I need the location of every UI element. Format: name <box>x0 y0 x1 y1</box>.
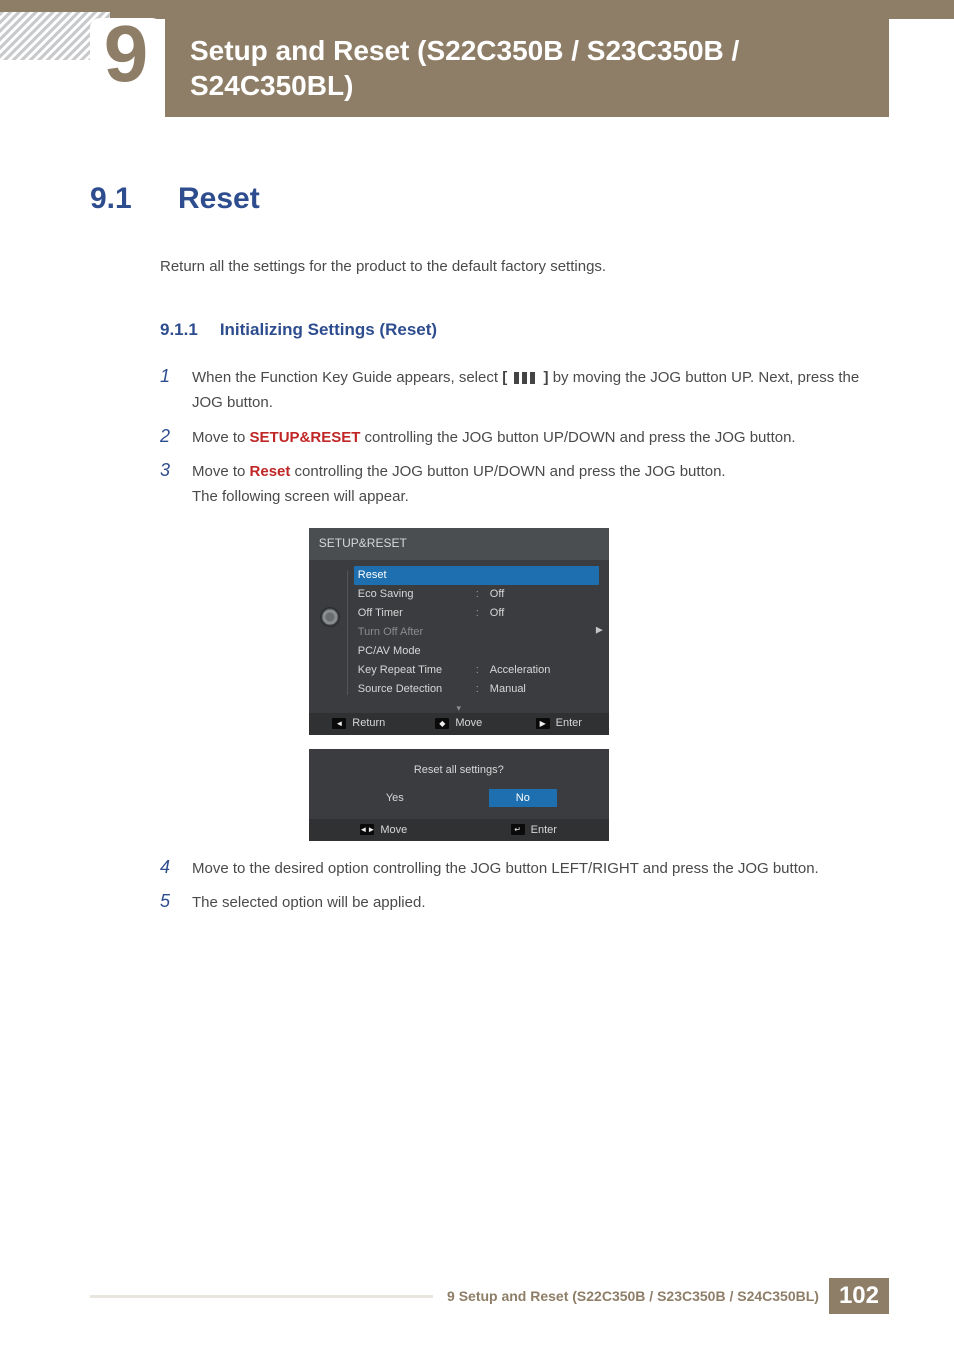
osd-row-value: Off <box>490 585 595 603</box>
step-text: Move to Reset controlling the JOG button… <box>192 460 726 846</box>
move-icon: ◄► <box>360 824 374 835</box>
section-number: 9.1 <box>90 182 148 216</box>
header-bar: Setup and Reset (S22C350B / S23C350B / S… <box>165 19 889 117</box>
dialog-no-button[interactable]: No <box>489 789 557 807</box>
subsection-number: 9.1.1 <box>160 320 198 340</box>
menu-icon <box>513 371 537 385</box>
osd-row[interactable]: Off Timer: Off <box>354 604 599 623</box>
step-number: 5 <box>160 891 174 916</box>
text: Move to <box>192 463 250 480</box>
subsection-header: 9.1.1 Initializing Settings (Reset) <box>160 320 864 340</box>
colon: : <box>476 661 484 679</box>
osd-row-label: Reset <box>358 566 470 584</box>
osd-row[interactable]: Reset <box>354 566 599 585</box>
bracket: ] <box>544 369 549 386</box>
osd-row-label: Key Repeat Time <box>358 661 470 679</box>
osd-row[interactable]: Key Repeat Time: Acceleration <box>354 661 599 680</box>
step-number: 4 <box>160 857 174 882</box>
osd-row-label: Source Detection <box>358 680 470 698</box>
colon: : <box>476 680 484 698</box>
step-4: 4 Move to the desired option controlling… <box>160 857 864 882</box>
text: When the Function Key Guide appears, sel… <box>192 369 502 386</box>
section-title: Reset <box>178 182 260 216</box>
page-number: 102 <box>829 1278 889 1314</box>
chapter-title: Setup and Reset (S22C350B / S23C350B / S… <box>190 33 889 103</box>
hint-label: Move <box>455 714 482 732</box>
keyword: SETUP&RESET <box>250 429 361 446</box>
osd-screenshot: SETUP&RESET ResetEco Saving:OffOff Timer… <box>309 528 609 841</box>
move-icon: ◆ <box>435 718 449 729</box>
chapter-number: 9 <box>104 14 149 94</box>
confirm-dialog: Reset all settings? Yes No ◄► Move ↵ Enter <box>309 749 609 841</box>
step-number: 2 <box>160 426 174 451</box>
step-2: 2 Move to SETUP&RESET controlling the JO… <box>160 426 864 451</box>
osd-row-value: Manual <box>490 680 595 698</box>
hint-label: Enter <box>531 821 557 839</box>
enter-icon: ▶ <box>536 718 550 729</box>
chevron-down-icon: ▾ <box>309 701 609 713</box>
step-number: 3 <box>160 460 174 846</box>
step-1: 1 When the Function Key Guide appears, s… <box>160 366 864 416</box>
hint-label: Return <box>352 714 385 732</box>
text: controlling the JOG button UP/DOWN and p… <box>360 429 795 446</box>
hint-label: Move <box>380 821 407 839</box>
osd-row-label: Eco Saving <box>358 585 470 603</box>
osd-row-label: Off Timer <box>358 604 470 622</box>
osd-row[interactable]: Eco Saving: Off <box>354 585 599 604</box>
colon: : <box>476 604 484 622</box>
section-header: 9.1 Reset <box>90 182 864 216</box>
colon: : <box>476 585 484 603</box>
dialog-question: Reset all settings? <box>309 749 609 789</box>
step-text: Move to the desired option controlling t… <box>192 857 819 882</box>
osd-row-value: Off <box>490 604 595 622</box>
dialog-yes-button[interactable]: Yes <box>361 789 429 807</box>
step-text: When the Function Key Guide appears, sel… <box>192 366 864 416</box>
osd-row[interactable]: Source Detection: Manual <box>354 680 599 699</box>
footer-text: 9 Setup and Reset (S22C350B / S23C350B /… <box>433 1288 829 1304</box>
content: 9.1 Reset Return all the settings for th… <box>0 117 954 916</box>
caret-right-icon: ▶ <box>596 623 603 638</box>
dialog-hint-bar: ◄► Move ↵ Enter <box>309 819 609 841</box>
osd-title: SETUP&RESET <box>309 528 609 560</box>
enter-icon: ↵ <box>511 824 525 835</box>
subsection-title: Initializing Settings (Reset) <box>220 320 437 340</box>
keyword: Reset <box>250 463 291 480</box>
step-5: 5 The selected option will be applied. <box>160 891 864 916</box>
footer: 9 Setup and Reset (S22C350B / S23C350B /… <box>0 1278 954 1314</box>
hint-label: Enter <box>556 714 582 732</box>
text: Move to <box>192 429 250 446</box>
return-icon: ◄ <box>332 718 346 729</box>
steps-list: 1 When the Function Key Guide appears, s… <box>160 366 864 916</box>
chapter-badge: 9 <box>72 12 172 122</box>
text: controlling the JOG button UP/DOWN and p… <box>290 463 725 480</box>
osd-row-label: PC/AV Mode <box>358 642 470 660</box>
divider <box>347 570 348 695</box>
step-number: 1 <box>160 366 174 416</box>
osd-hint-bar: ◄ Return ◆ Move ▶ Enter <box>309 713 609 735</box>
step-text: The selected option will be applied. <box>192 891 425 916</box>
gear-icon <box>321 608 339 626</box>
section-intro: Return all the settings for the product … <box>160 258 864 275</box>
bracket: [ <box>502 369 507 386</box>
footer-rule <box>90 1295 433 1298</box>
text: The following screen will appear. <box>192 488 409 505</box>
step-3: 3 Move to Reset controlling the JOG butt… <box>160 460 864 846</box>
chapter-number-box: 9 <box>90 18 162 90</box>
step-text: Move to SETUP&RESET controlling the JOG … <box>192 426 796 451</box>
osd-row-value: Acceleration <box>490 661 595 679</box>
osd-row[interactable]: PC/AV Mode <box>354 642 599 661</box>
osd-row-label: Turn Off After <box>358 623 470 641</box>
osd-row[interactable]: Turn Off After <box>354 623 599 642</box>
